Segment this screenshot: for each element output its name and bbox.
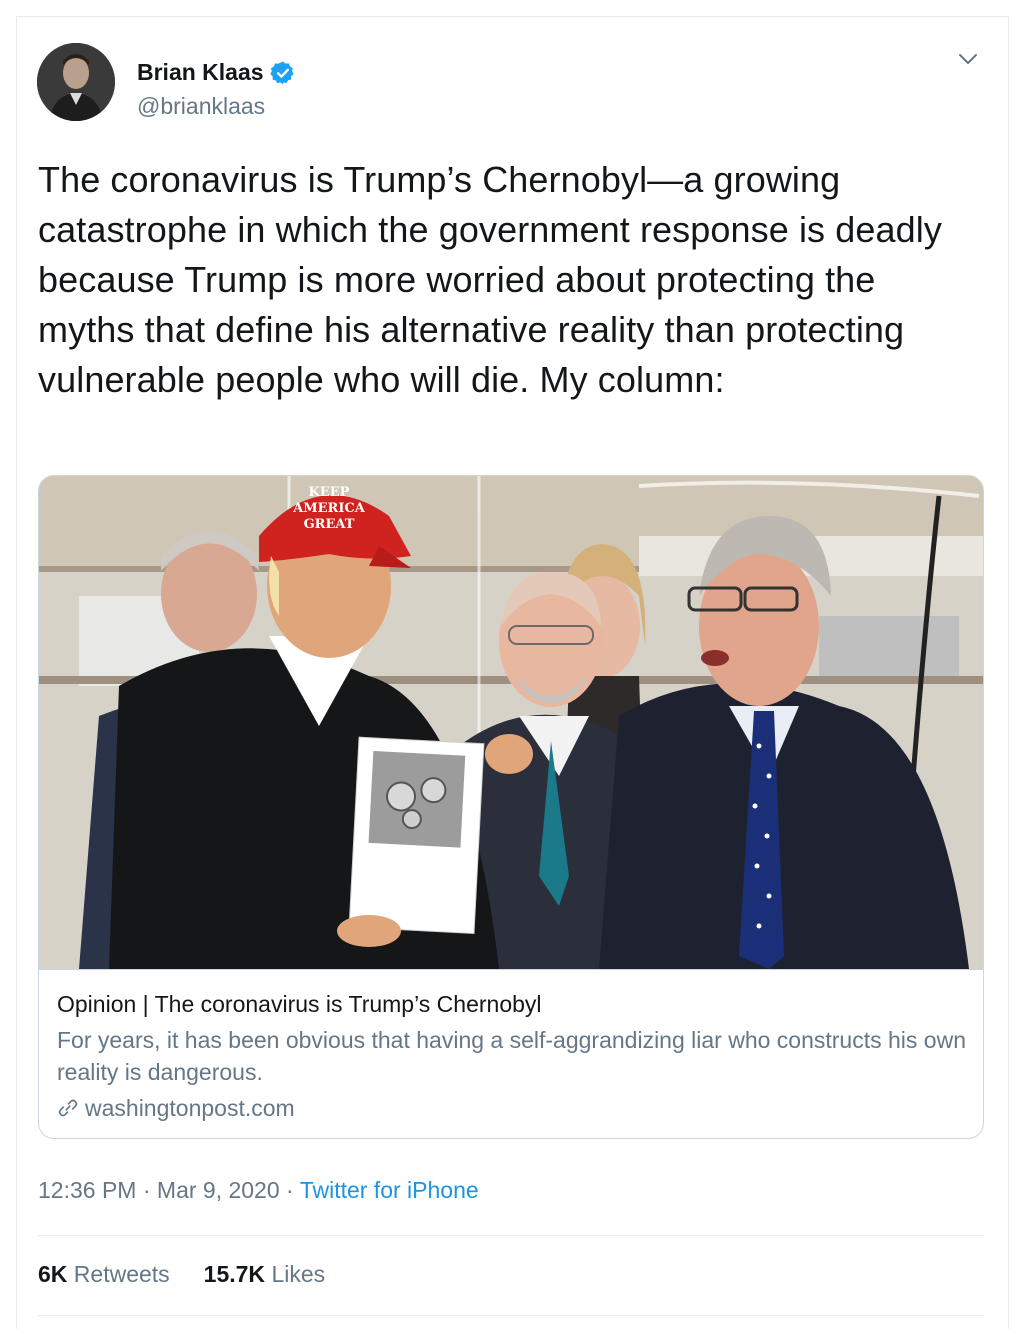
tweet-time[interactable]: 12:36 PM [38,1177,136,1203]
display-name[interactable]: Brian Klaas [137,59,264,86]
user-handle[interactable]: @brianklaas [137,93,265,120]
divider [38,1315,984,1316]
meta-separator: · [279,1177,300,1203]
chevron-down-icon[interactable] [956,47,980,71]
card-title: Opinion | The coronavirus is Trump’s Che… [57,991,542,1017]
avatar[interactable] [37,43,115,121]
card-photo[interactable]: KEEP AMERICA GREAT [39,476,983,970]
retweets-stat[interactable]: 6K Retweets [38,1261,170,1288]
cap-text-line-1: KEEP [309,485,350,500]
card-description: For years, it has been obvious that havi… [57,1027,966,1085]
card-domain: washingtonpost.com [57,1092,967,1124]
name-row: Brian Klaas [137,59,296,86]
meta-separator: · [136,1177,157,1203]
cap-text-line-3: GREAT [304,517,355,532]
tweet-meta: 12:36 PM · Mar 9, 2020 · Twitter for iPh… [38,1177,479,1204]
retweets-label: Retweets [73,1261,170,1287]
tweet-source-link[interactable]: Twitter for iPhone [300,1177,479,1203]
divider [38,1235,984,1236]
tweet-container: Brian Klaas @brianklaas The coronavirus … [16,16,1009,1329]
link-icon [58,1099,78,1117]
card-domain-text: washingtonpost.com [85,1095,295,1121]
cap-text-line-2: AMERICA [292,501,366,516]
verified-badge-icon [269,61,294,84]
tweet-stats: 6K Retweets 15.7K Likes [38,1261,359,1288]
avatar-image [37,43,115,121]
tweet-text: The coronavirus is Trump’s Chernobyl—a g… [38,159,942,400]
card-body: Opinion | The coronavirus is Trump’s Che… [57,988,967,1124]
retweets-count: 6K [38,1261,68,1287]
likes-count: 15.7K [203,1261,266,1287]
link-card[interactable]: KEEP AMERICA GREAT Opinion | The coronav… [38,475,984,1139]
tweet-date[interactable]: Mar 9, 2020 [157,1177,280,1203]
likes-label: Likes [271,1261,326,1287]
likes-stat[interactable]: 15.7K Likes [204,1261,325,1288]
